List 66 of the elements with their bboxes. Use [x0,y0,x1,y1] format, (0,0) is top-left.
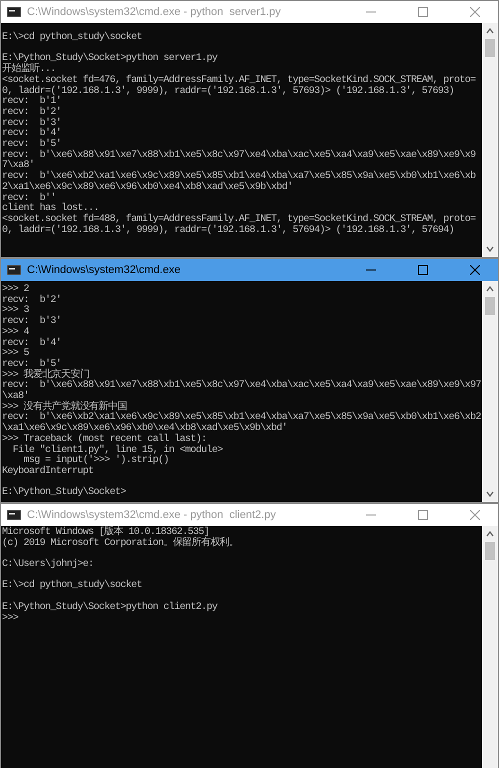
close-icon [470,265,480,275]
scroll-up-icon[interactable] [486,531,494,537]
console-line: recv: b'2' [2,108,62,118]
console-line: 0, laddr=('192.168.1.3', 9999), raddr=('192.168.1.3', 57693)> ('192.168.1.3', 57693) [2,86,454,96]
console-line: 0, laddr=('192.168.1.3', 9999), raddr=('192.168.1.3', 57694)> ('192.168.1.3', 57694) [2,226,454,236]
console-line: recv: b'\xe6\xb2\xa1\xe6\x9c\x89\xe5\x85\xb1\xe4\xba\xa7\xe5\x85\x9a\xe5\xb0\xb1\xe6\xb [2,172,476,182]
console-line: C:\Users\johnj>e: [2,560,94,571]
scrollbar[interactable] [482,281,498,502]
console-line: E:\Python_Study\Socket>python client2.py [2,602,218,614]
window-title: C:\Windows\system32\cmd.exe - python client2.py [27,509,277,521]
scroll-thumb[interactable] [485,542,495,560]
console-line: >>> 4 [2,328,29,339]
console-line: recv: b'' [2,194,56,204]
console-line: >>> 3 [2,306,29,318]
maximize-icon [418,265,428,275]
maximize-icon [418,510,428,520]
scroll-down-icon[interactable] [486,491,494,497]
close-icon [470,510,480,520]
console-line: >>> 2 [2,285,29,296]
console-line: recv: b'4' [2,338,62,349]
console-line: >>> 我爱北京天安门 [2,370,90,381]
window-title: C:\Windows\system32\cmd.exe - python server1.py [27,6,282,18]
console-line: recv: b'\xe6\x88\x91\xe7\x88\xb1\xe5\x8c\x97\xe4\xba\xac\xe5\xa4\xa9\xe5\xae\x89\xe9\x97 [2,381,481,392]
console-line: recv: b'1' [2,97,62,108]
console-line: <socket.socket fd=488, family=AddressFamily.AF_INET, type=SocketKind.SOCK_STREAM, proto= [2,214,476,225]
window-title: C:\Windows\system32\cmd.exe [27,264,182,276]
close-icon [470,7,480,17]
console-line: File "client1.py", line 15, in <module> [12,446,223,456]
console-line: recv: b'3' [2,317,62,328]
console-line: recv: b'\xe6\x88\x91\xe7\x88\xb1\xe5\x8c\x97\xe4\xba\xac\xe5\xa4\xa9\xe5\xae\x89\xe9\x9 [2,150,476,161]
console-line: recv: b'3' [2,118,62,129]
console-line: E:\Python_Study\Socket>python server1.py [2,54,218,64]
scroll-down-icon[interactable] [486,246,494,252]
scroll-up-icon[interactable] [486,286,494,292]
console-line: recv: b'\xe6\xb2\xa1\xe6\x9c\x89\xe5\x85\xb1\xe4\xba\xa7\xe5\x85\x9a\xe5\xb0\xb1\xe6\xb2 [2,413,481,424]
console-line: recv: b'4' [2,129,62,140]
console-line: 7\xa8' [2,161,34,172]
scrollbar[interactable] [482,23,498,257]
console-line: >>> Traceback (most recent call last): [2,434,206,445]
console-line: E:\Python_Study\Socket> [2,488,126,500]
console-line: Microsoft Windows [版本 10.0.18362.535] [2,528,210,538]
console-line: recv: b'2' [2,296,62,306]
scrollbar[interactable] [482,526,498,768]
console-icon [7,7,21,17]
console-line: recv: b'5' [2,360,62,370]
scroll-up-icon[interactable] [486,28,494,34]
scroll-thumb[interactable] [485,297,495,315]
console-line: KeyboardInterrupt [2,466,94,478]
console-line: recv: b'5' [2,140,62,150]
console-icon [7,265,21,275]
console-line: msg = input('>>> ').strip() [24,456,169,466]
console-line: client has lost... [2,204,99,214]
maximize-icon [418,7,428,17]
console-line: \xa8' [2,392,29,402]
console-line: E:\>cd python_study\socket [2,33,142,44]
console-line: 开始监听... [2,65,56,76]
scroll-thumb[interactable] [485,39,495,57]
console-line: >>> 没有共产党就没有新中国 [2,402,127,413]
console-line: >>> [2,614,18,624]
console-line: <socket.socket fd=476, family=AddressFamily.AF_INET, type=SocketKind.SOCK_STREAM, proto= [2,76,476,86]
console-line: >>> 5 [2,349,29,360]
console-line: 2\xa1\xe6\x9c\x89\xe6\x96\xb0\xe4\xb8\xad\xe5\x9b\xbd' [2,182,293,193]
console-line: \xa1\xe6\x9c\x89\xe6\x96\xb0\xe4\xb8\xad\xe5\x9b\xbd' [2,424,288,434]
console-icon [7,510,21,520]
console-line: E:\>cd python_study\socket [2,581,142,592]
console-line: (c) 2019 Microsoft Corporation。保留所有权利。 [2,538,238,550]
